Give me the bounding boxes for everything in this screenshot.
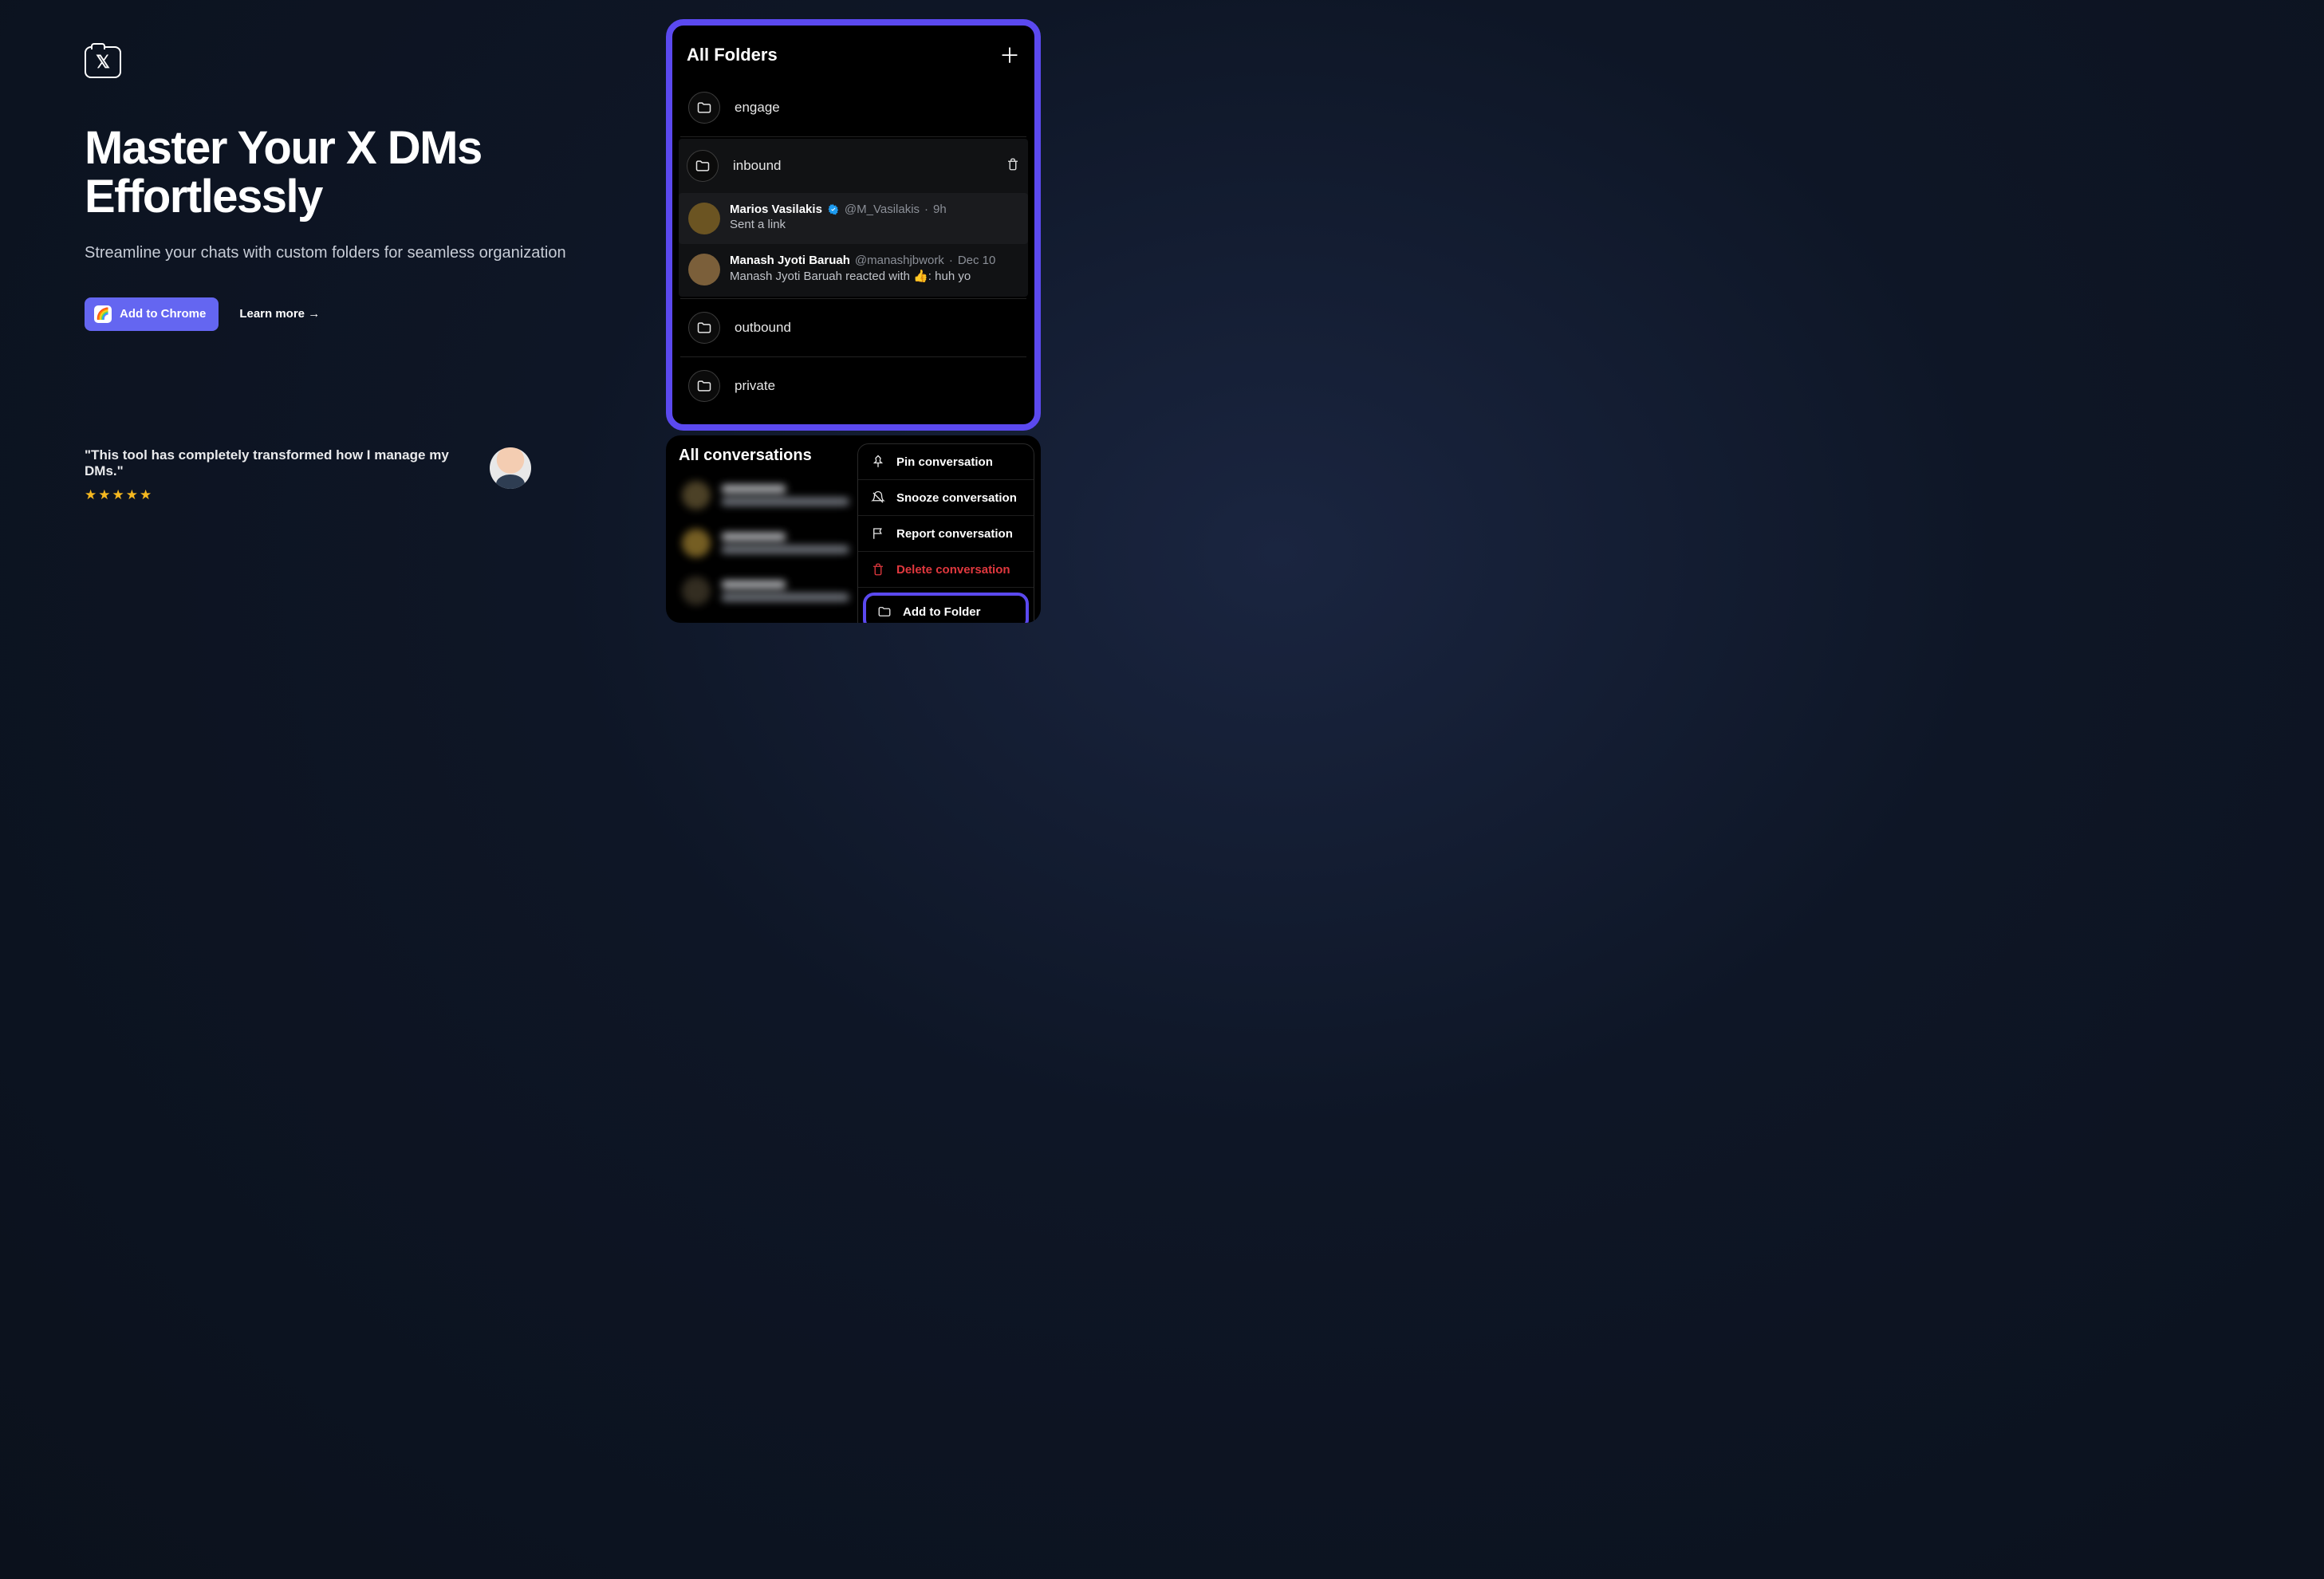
app-logo: 𝕏: [85, 46, 121, 78]
dm-avatar: [688, 203, 720, 234]
heading-line-2: Effortlessly: [85, 171, 322, 222]
chrome-icon: 🌈: [94, 305, 112, 323]
dm-row[interactable]: Marios Vasilakis @M_Vasilakis · 9h Sent …: [679, 193, 1028, 244]
folder-icon: [688, 370, 720, 402]
dm-row[interactable]: Manash Jyoti Baruah @manashjbwork · Dec …: [679, 244, 1028, 295]
menu-add-to-folder[interactable]: Add to Folder: [863, 593, 1029, 623]
folder-icon: [877, 604, 892, 619]
flag-icon: [871, 526, 885, 541]
pin-icon: [871, 455, 885, 469]
folder-label: outbound: [735, 320, 791, 336]
snooze-icon: [871, 490, 885, 505]
delete-folder-icon[interactable]: [1006, 157, 1020, 175]
dm-timestamp: Dec 10: [958, 254, 996, 267]
page-heading: Master Your X DMs Effortlessly: [85, 124, 598, 222]
folder-row-engage[interactable]: engage: [680, 81, 1026, 135]
folder-label: inbound: [733, 158, 782, 174]
add-to-chrome-button[interactable]: 🌈 Add to Chrome: [85, 297, 219, 331]
folder-row-inbound[interactable]: inbound Marios Vasilakis @M_Vasilakis ·: [679, 139, 1028, 297]
testimonial-avatar: [490, 447, 531, 489]
dm-handle: @M_Vasilakis: [845, 203, 920, 216]
dm-avatar: [688, 254, 720, 285]
folder-row-outbound[interactable]: outbound: [680, 301, 1026, 355]
dm-sender-name: Marios Vasilakis: [730, 203, 822, 216]
folder-icon: [688, 92, 720, 124]
folders-panel: All Folders ＋ engage inbound: [666, 19, 1041, 431]
conversations-panel: All conversations Pin conversation: [666, 435, 1041, 623]
x-icon: 𝕏: [96, 53, 110, 71]
conversation-context-menu: Pin conversation Snooze conversation Rep…: [857, 443, 1034, 623]
testimonial-quote: "This tool has completely transformed ho…: [85, 447, 471, 479]
dm-timestamp: 9h: [933, 203, 947, 216]
learn-more-link[interactable]: Learn more →: [239, 307, 320, 321]
menu-label: Delete conversation: [896, 563, 1010, 577]
folder-icon: [687, 150, 719, 182]
dm-handle: @manashjbwork: [855, 254, 944, 267]
folder-label: engage: [735, 100, 780, 116]
menu-label: Report conversation: [896, 527, 1013, 541]
menu-label: Pin conversation: [896, 455, 993, 469]
menu-report-conversation[interactable]: Report conversation: [858, 516, 1034, 552]
menu-pin-conversation[interactable]: Pin conversation: [858, 444, 1034, 480]
dm-sender-name: Manash Jyoti Baruah: [730, 254, 850, 267]
menu-delete-conversation[interactable]: Delete conversation: [858, 552, 1034, 588]
folder-label: private: [735, 378, 775, 394]
add-folder-icon[interactable]: ＋: [999, 40, 1020, 69]
folder-icon: [688, 312, 720, 344]
folder-row-private[interactable]: private: [680, 359, 1026, 413]
folders-title: All Folders: [687, 45, 778, 65]
trash-icon: [871, 562, 885, 577]
verified-badge-icon: [827, 203, 840, 216]
star-rating: ★★★★★: [85, 487, 471, 503]
menu-label: Add to Folder: [903, 605, 981, 619]
testimonial: "This tool has completely transformed ho…: [85, 447, 531, 503]
heading-line-1: Master Your X DMs: [85, 122, 482, 174]
menu-snooze-conversation[interactable]: Snooze conversation: [858, 480, 1034, 516]
page-subheading: Streamline your chats with custom folder…: [85, 244, 598, 262]
dm-preview: Manash Jyoti Baruah reacted with 👍: huh …: [730, 269, 995, 283]
menu-label: Snooze conversation: [896, 491, 1017, 505]
dm-preview: Sent a link: [730, 218, 947, 231]
add-to-chrome-label: Add to Chrome: [120, 307, 206, 321]
